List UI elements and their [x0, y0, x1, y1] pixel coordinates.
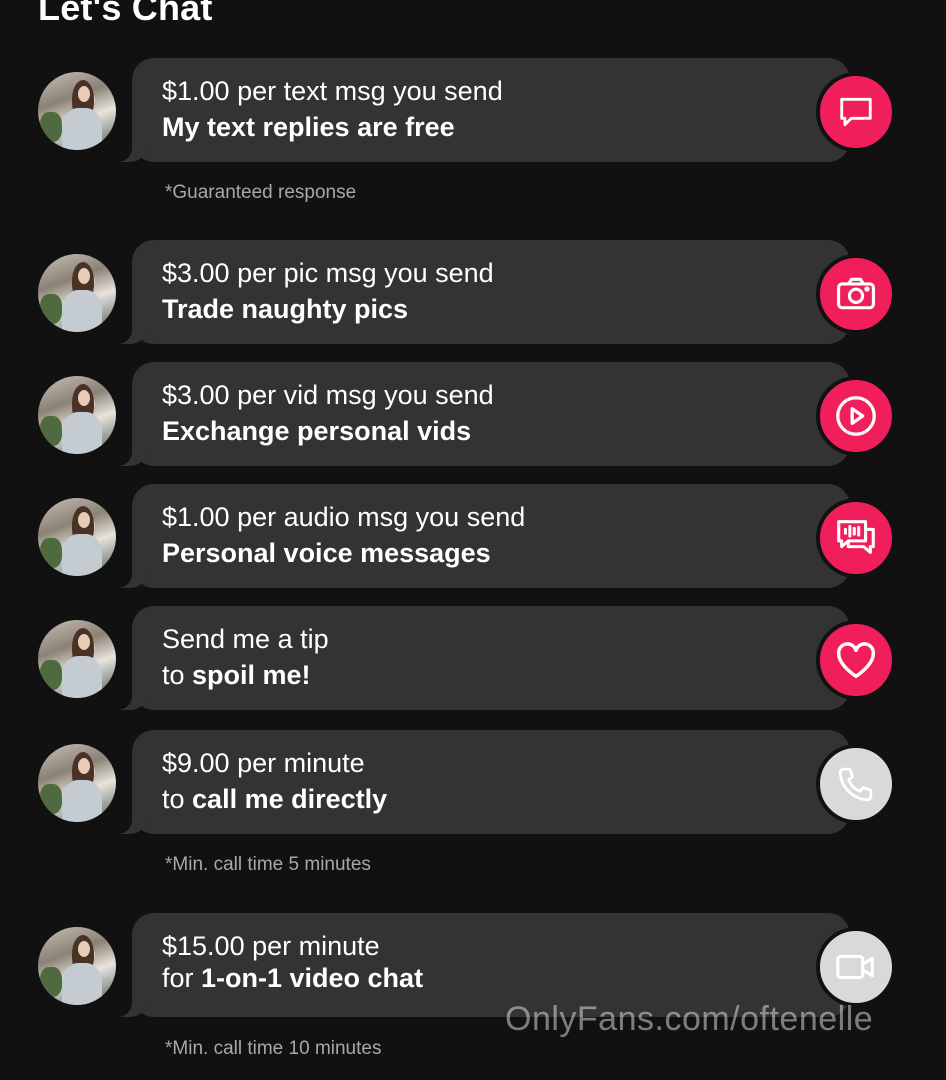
offer-description: for 1-on-1 video chat [162, 963, 424, 993]
avatar [38, 927, 116, 1005]
offer-price: Send me a tip [162, 624, 329, 654]
avatar [38, 498, 116, 576]
offer-row-tip: Send me a tip to spoil me! [0, 606, 946, 710]
avatar [38, 376, 116, 454]
phone-icon [838, 767, 873, 802]
avatar [38, 72, 116, 150]
offer-description: to spoil me! [162, 660, 311, 690]
offer-row-vid: $3.00 per vid msg you send Exchange pers… [0, 362, 946, 466]
call-button[interactable] [816, 744, 896, 824]
send-audio-button[interactable] [816, 498, 896, 578]
voice-message-icon [837, 520, 875, 554]
send-text-button[interactable] [816, 72, 896, 152]
avatar [38, 744, 116, 822]
avatar [38, 254, 116, 332]
heart-icon [837, 642, 875, 679]
offer-note: *Min. call time 10 minutes [165, 1038, 382, 1059]
offer-description: Personal voice messages [162, 538, 491, 568]
offer-bubble: $9.00 per minute to call me directly [106, 730, 850, 834]
send-tip-button[interactable] [816, 620, 896, 700]
offer-bubble: $3.00 per vid msg you send Exchange pers… [106, 362, 850, 466]
offer-price: $15.00 per minute [162, 931, 380, 961]
offer-price: $1.00 per audio msg you send [162, 502, 526, 532]
video-camera-icon [836, 954, 874, 980]
play-icon [836, 396, 876, 436]
avatar [38, 620, 116, 698]
offer-note: *Guaranteed response [165, 182, 357, 203]
offer-note: *Min. call time 5 minutes [165, 854, 371, 875]
offer-price: $9.00 per minute [162, 748, 365, 778]
chat-icon [840, 97, 872, 127]
send-pic-button[interactable] [816, 254, 896, 334]
offer-bubble: Send me a tip to spoil me! [106, 606, 850, 710]
offer-price: $3.00 per vid msg you send [162, 380, 494, 410]
offer-bubble: $3.00 per pic msg you send Trade naughty… [106, 240, 850, 344]
camera-icon [837, 277, 875, 310]
page-title: Let's Chat [38, 0, 213, 28]
video-chat-button[interactable] [816, 927, 896, 1007]
offer-bubble: $1.00 per text msg you send My text repl… [106, 58, 850, 162]
offer-row-call: $9.00 per minute to call me directly [0, 730, 946, 834]
offer-row-pic: $3.00 per pic msg you send Trade naughty… [0, 240, 946, 344]
send-vid-button[interactable] [816, 376, 896, 456]
offer-price: $1.00 per text msg you send [162, 76, 503, 106]
offer-row-audio: $1.00 per audio msg you send Personal vo… [0, 484, 946, 588]
offer-description: to call me directly [162, 784, 388, 814]
offer-description: Trade naughty pics [162, 294, 409, 324]
offer-price: $3.00 per pic msg you send [162, 258, 494, 288]
offer-row-text: $1.00 per text msg you send My text repl… [0, 58, 946, 162]
offer-bubble: $1.00 per audio msg you send Personal vo… [106, 484, 850, 588]
offer-description: My text replies are free [162, 112, 455, 142]
offer-description: Exchange personal vids [162, 416, 472, 446]
watermark: OnlyFans.com/oftenelle [505, 1000, 874, 1038]
